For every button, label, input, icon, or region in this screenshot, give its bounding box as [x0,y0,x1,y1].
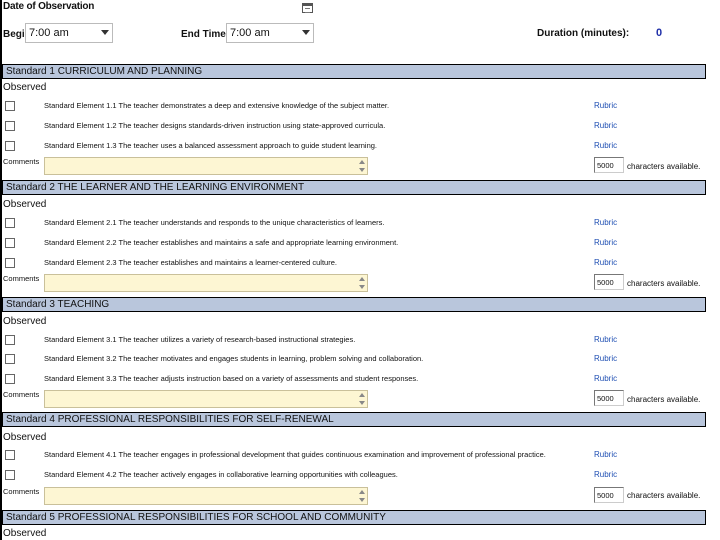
observed-label: Observed [3,316,47,327]
standard-element: Standard Element 4.1 The teacher engages… [44,450,546,459]
standard-element: Standard Element 4.2 The teacher activel… [44,470,398,479]
rubric-link[interactable]: Rubric [594,335,617,344]
standard-element: Standard Element 3.2 The teacher motivat… [44,354,424,363]
observed-checkbox[interactable] [5,354,15,364]
comments-textarea[interactable] [44,274,368,292]
observed-checkbox[interactable] [5,218,15,228]
rubric-link[interactable]: Rubric [594,470,617,479]
comments-label: Comments [3,390,40,399]
duration-label: Duration (minutes): [537,28,630,39]
standard-header: Standard 2 THE LEARNER AND THE LEARNING … [0,180,706,195]
observed-label: Observed [3,82,47,93]
end-time-select[interactable]: 7:00 am [226,23,314,43]
standard-element: Standard Element 2.1 The teacher underst… [44,218,385,227]
standard-element: Standard Element 3.3 The teacher adjusts… [44,374,419,383]
observed-checkbox[interactable] [5,470,15,480]
duration-value: 0 [656,27,663,39]
observed-label: Observed [3,432,47,443]
comments-textarea[interactable] [44,487,368,505]
standard-element: Standard Element 2.2 The teacher establi… [44,238,399,247]
observed-checkbox[interactable] [5,101,15,111]
standard-element: Standard Element 1.2 The teacher designs… [44,121,386,130]
characters-available-label: characters available. [627,395,701,404]
standard-header: Standard 1 CURRICULUM AND PLANNING [0,64,706,79]
page-left-border [0,0,2,540]
characters-count-field: 5000 [594,390,624,406]
characters-available-label: characters available. [627,491,701,500]
standard-element: Standard Element 2.3 The teacher establi… [44,258,337,267]
comments-textarea[interactable] [44,157,368,175]
comments-label: Comments [3,157,40,166]
begin-time-value: 7:00 am [29,27,69,39]
characters-count-field: 5000 [594,487,624,503]
characters-available-label: characters available. [627,279,701,288]
standard-header: Standard 4 PROFESSIONAL RESPONSIBILITIES… [0,412,706,427]
observed-checkbox[interactable] [5,450,15,460]
observed-checkbox[interactable] [5,238,15,248]
end-time-label: End Time: [181,29,230,40]
chevron-down-icon [101,30,109,35]
rubric-link[interactable]: Rubric [594,218,617,227]
characters-available-label: characters available. [627,162,701,171]
observed-label: Observed [3,199,47,210]
rubric-link[interactable]: Rubric [594,121,617,130]
comments-label: Comments [3,487,40,496]
rubric-link[interactable]: Rubric [594,374,617,383]
comments-textarea[interactable] [44,390,368,408]
observed-checkbox[interactable] [5,374,15,384]
rubric-link[interactable]: Rubric [594,141,617,150]
rubric-link[interactable]: Rubric [594,238,617,247]
rubric-link[interactable]: Rubric [594,101,617,110]
end-time-value: 7:00 am [230,27,270,39]
standard-element: Standard Element 1.1 The teacher demonst… [44,101,390,110]
calendar-icon[interactable] [302,3,313,13]
observed-checkbox[interactable] [5,141,15,151]
observed-checkbox[interactable] [5,335,15,345]
observed-checkbox[interactable] [5,121,15,131]
chevron-down-icon [302,30,310,35]
comments-label: Comments [3,274,40,283]
rubric-link[interactable]: Rubric [594,450,617,459]
characters-count-field: 5000 [594,157,624,173]
observed-checkbox[interactable] [5,258,15,268]
rubric-link[interactable]: Rubric [594,354,617,363]
standard-element: Standard Element 1.3 The teacher uses a … [44,141,377,150]
begin-time-select[interactable]: 7:00 am [25,23,113,43]
rubric-link[interactable]: Rubric [594,258,617,267]
standard-header: Standard 3 TEACHING [0,297,706,312]
standard-header: Standard 5 PROFESSIONAL RESPONSIBILITIES… [0,510,706,525]
date-of-observation-label: Date of Observation [3,1,95,12]
observed-label: Observed [3,528,47,539]
characters-count-field: 5000 [594,274,624,290]
standard-element: Standard Element 3.1 The teacher utilize… [44,335,356,344]
